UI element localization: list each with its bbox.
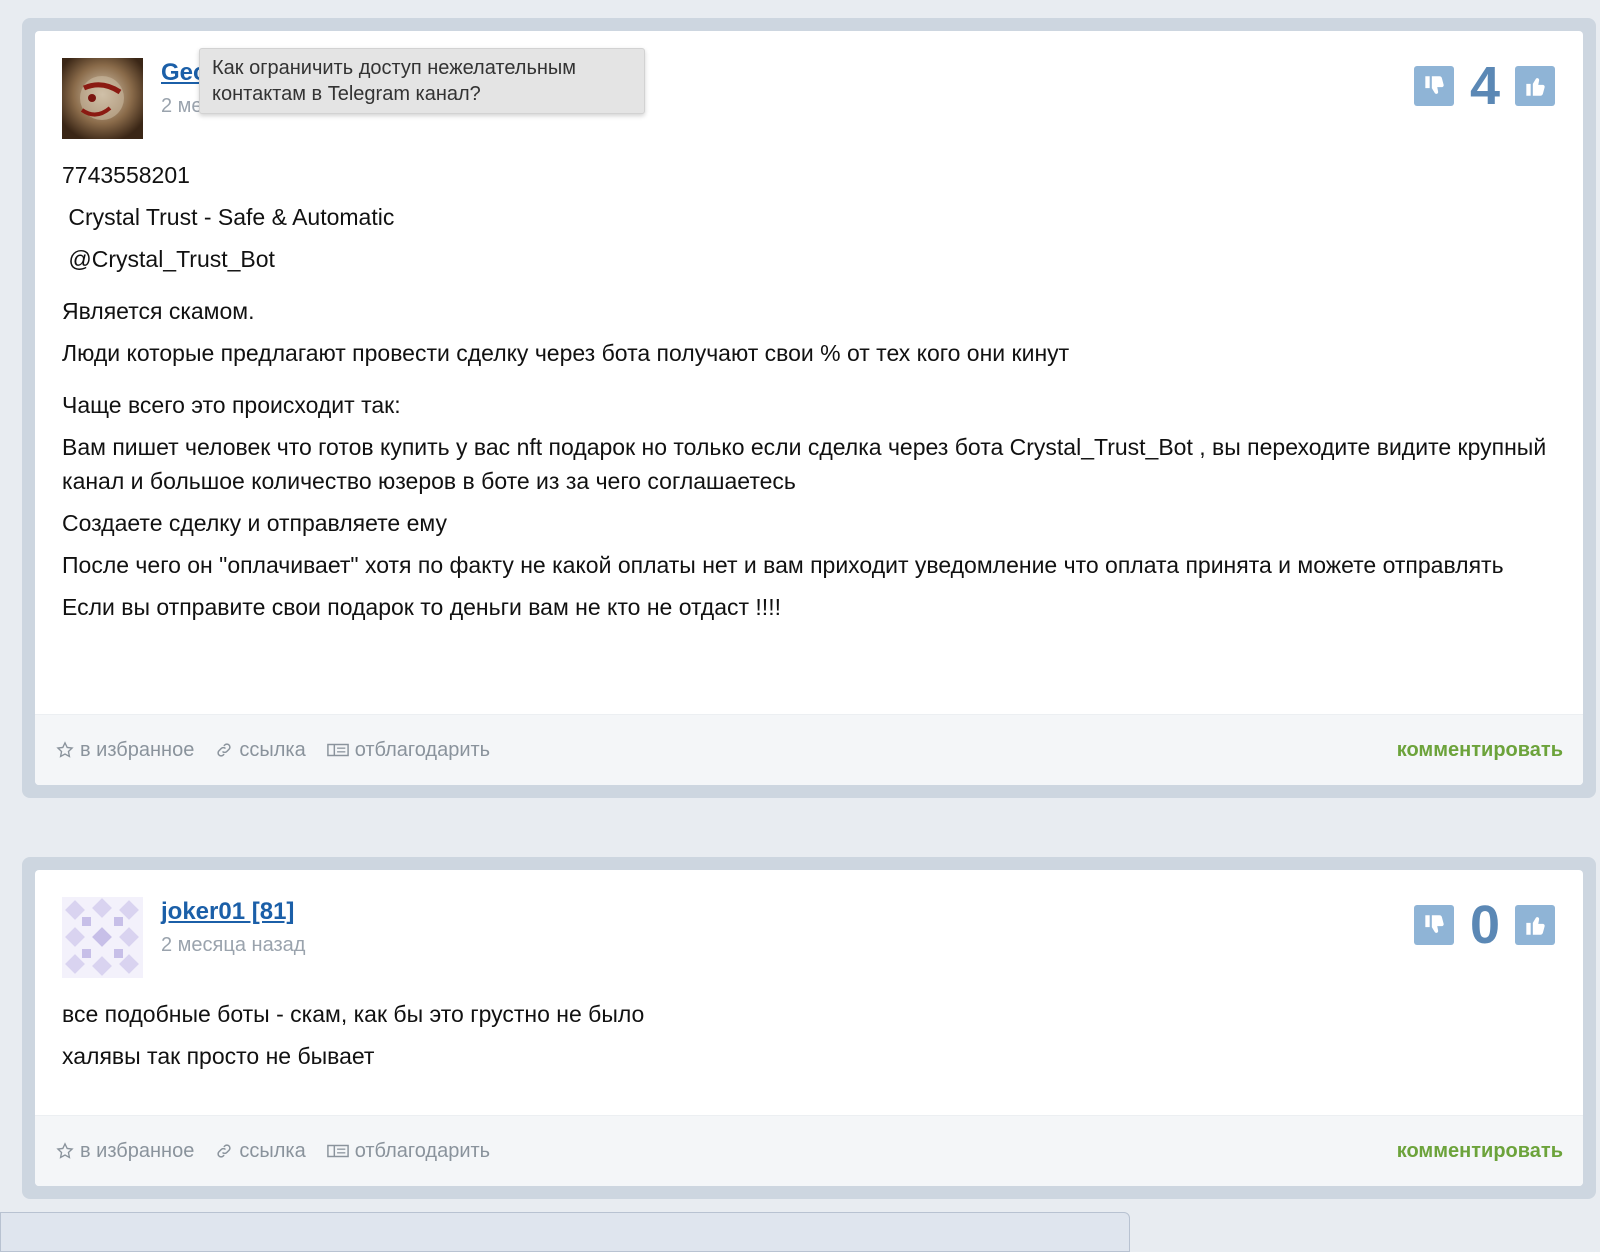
comment-button[interactable]: комментировать <box>1397 739 1563 762</box>
vote-score: 0 <box>1469 895 1500 955</box>
link-button[interactable]: ссылка <box>215 738 306 762</box>
star-icon <box>56 741 74 758</box>
answer-text: все подобные боты - скам, как бы это гру… <box>62 997 1556 1081</box>
answer-card: joker01 [81] 2 месяца назад 0 все подобн… <box>22 857 1596 1199</box>
favorite-button[interactable]: в избранное <box>56 1140 194 1163</box>
paragraph: халявы так просто не бывает <box>62 1043 375 1069</box>
thank-button[interactable]: отблагодарить <box>326 738 491 762</box>
avatar[interactable] <box>62 897 143 978</box>
paragraph: все подобные боты - скам, как бы это гру… <box>62 1001 645 1027</box>
favorite-label: в избранное <box>80 738 195 761</box>
comment-button[interactable]: комментировать <box>1397 1140 1563 1163</box>
answer-card: Geo 2 ме 4 7743558201 Crystal Trust - Sa… <box>22 18 1596 798</box>
thumb-up-icon[interactable] <box>1515 905 1555 945</box>
vote-controls: 4 <box>1413 56 1555 116</box>
star-icon <box>56 1142 74 1159</box>
thank-label: отблагодарить <box>354 1139 491 1162</box>
paragraph: @Crystal_Trust_Bot <box>62 246 275 272</box>
vote-score: 4 <box>1469 56 1500 116</box>
favorite-label: в избранное <box>80 1139 195 1162</box>
vote-controls: 0 <box>1413 895 1555 955</box>
paragraph: Создаете сделку и отправляете ему <box>62 510 447 536</box>
paragraph: Crystal Trust - Safe & Automatic <box>62 204 395 230</box>
answer-text: 7743558201 Crystal Trust - Safe & Automa… <box>62 158 1556 632</box>
post-date: 2 ме <box>161 95 203 117</box>
answer-content: joker01 [81] 2 месяца назад 0 все подобн… <box>35 870 1583 1186</box>
link-button[interactable]: ссылка <box>215 1139 306 1163</box>
link-label: ссылка <box>239 1139 306 1162</box>
answer-footer: в избранное ссылка отблагодарить коммент… <box>35 1115 1583 1186</box>
gift-icon <box>326 1144 349 1158</box>
title-tooltip: Как ограничить доступ нежелательным конт… <box>199 48 645 114</box>
paragraph: 7743558201 <box>62 162 190 188</box>
favorite-button[interactable]: в избранное <box>56 739 194 762</box>
answer-content: Geo 2 ме 4 7743558201 Crystal Trust - Sa… <box>35 31 1583 785</box>
gift-icon <box>326 743 349 757</box>
url-status-bar <box>0 1212 1130 1252</box>
paragraph: Является скамом. <box>62 298 255 324</box>
paragraph: Вам пишет человек что готов купить у вас… <box>62 434 1547 494</box>
link-icon <box>217 743 231 757</box>
thank-label: отблагодарить <box>354 738 491 761</box>
answer-footer: в избранное ссылка отблагодарить коммент… <box>35 714 1583 785</box>
link-label: ссылка <box>239 738 306 761</box>
paragraph: Если вы отправите свои подарок то деньги… <box>62 594 781 620</box>
thumb-up-icon[interactable] <box>1515 66 1555 106</box>
thank-button[interactable]: отблагодарить <box>326 1139 491 1163</box>
avatar[interactable] <box>62 58 143 139</box>
thumb-down-icon[interactable] <box>1413 905 1454 945</box>
link-icon <box>217 1144 231 1158</box>
post-date: 2 месяца назад <box>161 934 306 956</box>
paragraph: Чаще всего это происходит так: <box>62 392 401 418</box>
thumb-down-icon[interactable] <box>1413 66 1454 106</box>
paragraph: Люди которые предлагают провести сделку … <box>62 340 1070 366</box>
author-link[interactable]: joker01 [81] <box>161 898 294 926</box>
paragraph: После чего он "оплачивает" хотя по факту… <box>62 552 1504 578</box>
